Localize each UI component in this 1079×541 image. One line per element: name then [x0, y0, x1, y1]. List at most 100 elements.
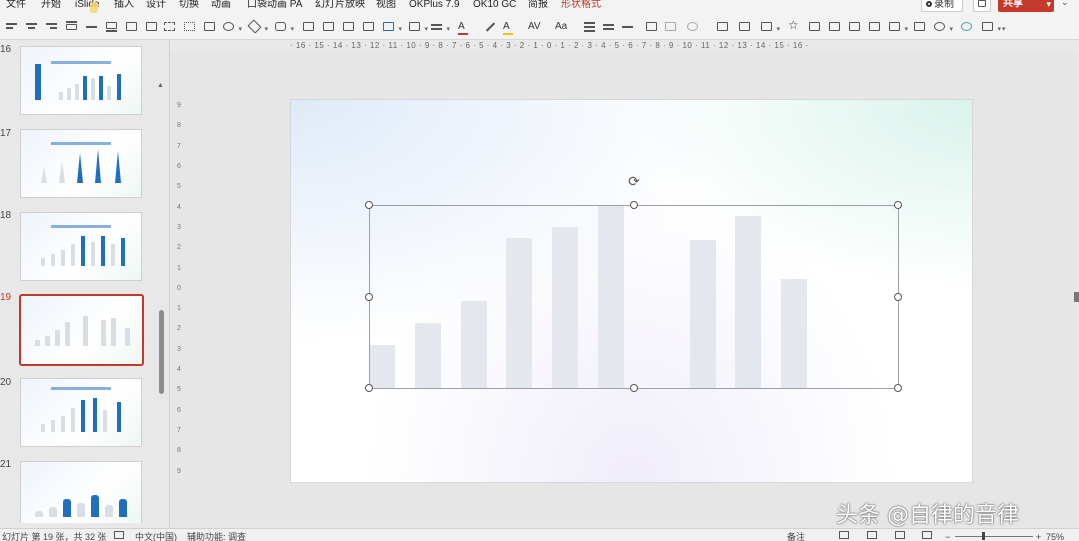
notes-button[interactable]: 备注 [787, 531, 805, 541]
send-backward-icon[interactable] [322, 21, 336, 33]
zoom-level[interactable]: 75% [1046, 531, 1064, 541]
menu-shape-format[interactable]: 形状格式 [561, 0, 601, 12]
slideshow-icon[interactable] [922, 531, 932, 539]
resize-handle[interactable] [365, 201, 373, 209]
spellcheck-icon[interactable] [114, 531, 124, 539]
comment-button[interactable] [973, 0, 991, 12]
merge-shapes-icon[interactable] [362, 21, 376, 33]
slide-thumbnail-selected[interactable] [19, 294, 144, 366]
slide-thumbnail[interactable] [20, 129, 142, 198]
normal-view-icon[interactable] [839, 531, 849, 539]
group-icon[interactable] [163, 21, 177, 33]
resize-handle[interactable] [894, 201, 902, 209]
table-icon[interactable] [808, 21, 822, 33]
format-painter-icon[interactable] [828, 21, 842, 33]
outline-color-icon[interactable]: ▾ [408, 21, 428, 33]
scrollbar-thumb[interactable] [159, 310, 164, 394]
effects-icon[interactable]: ▾ [760, 21, 780, 33]
slide-thumbnail[interactable] [20, 212, 142, 281]
align-middle-icon[interactable] [85, 21, 99, 33]
picture-icon[interactable] [716, 21, 730, 33]
language-indicator[interactable]: 中文(中国) [135, 531, 177, 541]
resize-handle[interactable] [630, 201, 638, 209]
more-options-icon[interactable]: ▾ [1002, 21, 1016, 33]
section-icon[interactable]: ▾ [888, 21, 908, 33]
edit-shape-icon[interactable]: ▾ [247, 19, 268, 34]
change-case-button[interactable]: Aa [555, 21, 567, 32]
menu-file[interactable]: 文件 [6, 0, 26, 12]
ruler-tick: 9 [177, 467, 181, 475]
outline-weight-icon[interactable]: ▾ [430, 21, 450, 33]
bring-forward-icon[interactable] [302, 21, 316, 33]
align-bottom-icon[interactable] [105, 21, 119, 33]
zoom-out-icon[interactable]: − [945, 531, 950, 541]
menu-slideshow[interactable]: 幻灯片放映 [315, 0, 365, 12]
selected-shape-frame[interactable] [369, 205, 899, 389]
resize-handle[interactable] [365, 293, 373, 301]
resize-handle[interactable] [894, 293, 902, 301]
character-spacing-button[interactable]: AV [528, 21, 541, 32]
3d-icon[interactable]: ▾ [933, 21, 953, 33]
eyedropper-icon[interactable] [484, 21, 498, 33]
distribute-horizontal-icon[interactable] [125, 21, 139, 33]
menu-okplus[interactable]: OKPlus 7.9 [409, 0, 460, 12]
menu-briefing[interactable]: 简报 [528, 0, 548, 12]
record-button[interactable]: 录制 [921, 0, 963, 12]
size-icon[interactable] [203, 21, 217, 33]
slide-thumbnail[interactable] [20, 46, 142, 115]
scroll-up-icon[interactable]: ▲ [157, 82, 164, 89]
zoom-slider-thumb[interactable] [982, 532, 985, 540]
gradient-icon[interactable] [738, 21, 752, 33]
text-color-button[interactable]: A [458, 21, 468, 35]
zoom-slider[interactable] [955, 536, 1033, 537]
shadow-icon[interactable] [686, 21, 700, 33]
menu-home[interactable]: 开始 [41, 0, 61, 12]
resize-handle[interactable] [894, 384, 902, 392]
collapse-ribbon-icon[interactable]: ⌄ [1061, 0, 1069, 8]
thumbnail-scrollbar[interactable]: ▲ ▼ [157, 82, 166, 541]
highlight-color-button[interactable]: A [503, 21, 513, 35]
align-right-icon[interactable] [45, 21, 59, 33]
align-center-icon[interactable] [25, 21, 39, 33]
crop-icon[interactable] [645, 21, 659, 33]
arrange-icon[interactable] [848, 21, 862, 33]
slide-thumbnail-pane: 16 17 18 19 20 21 ▲ [0, 40, 170, 528]
selection-pane-icon[interactable] [342, 21, 356, 33]
align-top-icon[interactable] [65, 21, 79, 33]
image-icon[interactable]: ▾ [981, 21, 1001, 33]
rotate-icon[interactable]: ▾ [222, 21, 242, 33]
paragraph-icon[interactable] [583, 21, 597, 33]
menu-ok10[interactable]: OK10 GC [473, 0, 516, 12]
side-panel-toggle[interactable] [1074, 292, 1079, 302]
menu-view[interactable]: 视图 [376, 0, 396, 12]
slide-thumbnail[interactable] [20, 378, 142, 447]
menu-animations[interactable]: 动画 [211, 0, 231, 12]
line-spacing-icon[interactable] [602, 21, 616, 33]
slide-thumbnail[interactable] [20, 461, 142, 523]
share-button[interactable]: 共享 ▾ [998, 0, 1054, 12]
reading-view-icon[interactable] [895, 531, 905, 539]
snap-icon[interactable] [960, 21, 974, 33]
fill-color-icon[interactable]: ▾ [382, 21, 402, 33]
ruler-tick: 9 [177, 102, 181, 109]
star-icon[interactable]: ☆ [788, 18, 802, 33]
menu-design[interactable]: 设计 [146, 0, 166, 12]
distribute-vertical-icon[interactable] [145, 21, 159, 33]
ruler-tick: 1 [177, 264, 181, 272]
resize-handle[interactable] [365, 384, 373, 392]
change-shape-icon[interactable]: ▾ [274, 21, 294, 33]
shape-gallery-icon[interactable] [913, 21, 927, 33]
slide-layout-icon[interactable] [868, 21, 882, 33]
rotate-handle-icon[interactable]: ⟳ [626, 173, 642, 189]
menu-pocket-animation[interactable]: 口袋动画 PA [247, 0, 302, 12]
slide-sorter-icon[interactable] [867, 531, 877, 539]
menu-transitions[interactable]: 切换 [179, 0, 199, 12]
accessibility-status[interactable]: 辅助功能: 调查 [187, 531, 246, 541]
menu-insert[interactable]: 插入 [114, 0, 134, 12]
text-direction-icon[interactable] [621, 21, 635, 33]
ungroup-icon[interactable] [183, 21, 197, 33]
zoom-in-icon[interactable]: + [1036, 531, 1041, 541]
resize-handle[interactable] [630, 384, 638, 392]
align-left-icon[interactable] [5, 21, 19, 33]
transparency-icon[interactable] [664, 21, 678, 33]
